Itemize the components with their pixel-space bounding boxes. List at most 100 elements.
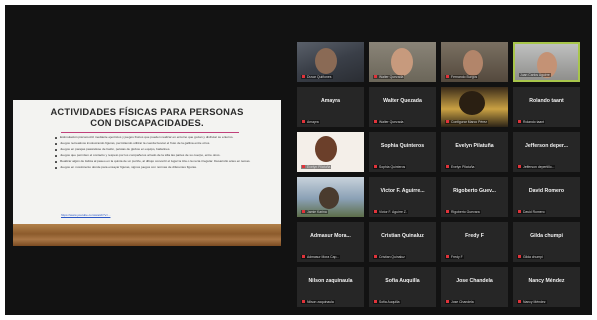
participant-label-text: Sofia Auquilla bbox=[379, 300, 400, 304]
face-shape bbox=[319, 187, 339, 209]
mic-muted-icon bbox=[302, 120, 305, 124]
mic-muted-icon bbox=[302, 255, 305, 259]
participant-tile[interactable]: Amayra Amayra bbox=[297, 87, 364, 127]
participant-label-text: Nilson zaquinaula bbox=[307, 300, 334, 304]
participant-label-text: Configurar Marco Pérez bbox=[451, 120, 487, 124]
participant-label: Sophia Quinteros bbox=[373, 165, 407, 169]
participant-label-text: Rigoberto Guevara bbox=[451, 210, 480, 214]
mic-muted-icon bbox=[374, 210, 377, 214]
mic-muted-icon bbox=[446, 210, 449, 214]
participant-label: Duvar Quiñones bbox=[301, 75, 333, 79]
participant-tile[interactable]: Cristian Quinaluz Cristian Quinaluz bbox=[369, 222, 436, 262]
participant-tile[interactable]: Jamie Karina bbox=[297, 177, 364, 217]
participant-name: Amayra bbox=[320, 98, 341, 104]
participant-label-text: Fernando Burgos bbox=[451, 75, 478, 79]
participant-name: Cristian Quinaluz bbox=[381, 233, 424, 239]
participant-tile[interactable]: Walter Quezada bbox=[369, 42, 436, 82]
participant-name: Sophia Quinteros bbox=[380, 143, 425, 149]
participant-label: Fredy F bbox=[445, 255, 464, 259]
mic-muted-icon bbox=[374, 120, 377, 124]
participant-label: Walter Quezada bbox=[373, 75, 405, 79]
participant-tile[interactable]: Fernando Burgos bbox=[441, 42, 508, 82]
participant-label-text: Evelyn Pilatuña bbox=[307, 165, 331, 169]
mic-muted-icon bbox=[374, 75, 377, 79]
participant-tile[interactable]: Nilson zaquinaula Nilson zaquinaula bbox=[297, 267, 364, 307]
participant-tile[interactable]: Fredy F Fredy F bbox=[441, 222, 508, 262]
participant-name: Gilda chumpi bbox=[530, 233, 563, 239]
participant-label: Victor F. Aguirre Z. bbox=[373, 210, 408, 214]
participant-name: Victor F. Aguirre... bbox=[380, 188, 425, 194]
participant-label: Jamie Karina bbox=[301, 210, 328, 214]
face-shape bbox=[391, 48, 413, 76]
participant-tile[interactable]: Rolando taant Rolando taant bbox=[513, 87, 580, 127]
mic-muted-icon bbox=[302, 75, 305, 79]
participant-name: Walter Quezada bbox=[383, 98, 422, 104]
participant-label-text: Amayra bbox=[307, 120, 319, 124]
participant-tile[interactable]: Duvar Quiñones bbox=[297, 42, 364, 82]
mic-muted-icon bbox=[518, 120, 521, 124]
slide-title-line2: CON DISCAPACIDADES. bbox=[90, 117, 204, 128]
participant-tile[interactable]: Rigoberto Guev... Rigoberto Guevara bbox=[441, 177, 508, 217]
participant-label: Fernando Burgos bbox=[445, 75, 479, 79]
participant-tile[interactable]: Admasur Mora... Admasur Mora Cap... bbox=[297, 222, 364, 262]
slide-bullets: Estimulación psicomotriz mediante ejerci… bbox=[55, 135, 265, 171]
participant-label: Evelyn Pilatuña bbox=[301, 165, 332, 169]
participant-tile[interactable]: David Romero David Romero bbox=[513, 177, 580, 217]
slide-bullet: Juegos en parejas pasándose de balón, pe… bbox=[55, 147, 265, 152]
participant-tile[interactable]: Gilda chumpi Gilda chumpi bbox=[513, 222, 580, 262]
mic-muted-icon bbox=[302, 300, 305, 304]
participant-label-text: Evelyn Pilatuña bbox=[451, 165, 475, 169]
mic-muted-icon bbox=[518, 255, 521, 259]
participant-tile[interactable]: Victor F. Aguirre... Victor F. Aguirre Z. bbox=[369, 177, 436, 217]
participant-name: Jose Chandela bbox=[456, 278, 493, 284]
participant-tile[interactable]: Walter Quezada Walter Quezada bbox=[369, 87, 436, 127]
participant-tile[interactable]: Evelyn Pilatuña Evelyn Pilatuña bbox=[441, 132, 508, 172]
participant-label-text: Fredy F bbox=[451, 255, 463, 259]
participant-label-text: Jamie Karina bbox=[307, 210, 327, 214]
participant-name: Nancy Méndez bbox=[528, 278, 565, 284]
participant-name: Admasur Mora... bbox=[310, 233, 351, 239]
face-shape bbox=[463, 50, 483, 76]
participant-label-text: Nancy Méndez bbox=[523, 300, 546, 304]
participant-tile[interactable]: Sophia Quinteros Sophia Quinteros bbox=[369, 132, 436, 172]
slide-title-line1: ACTIVIDADES FÍSICAS PARA PERSONAS bbox=[50, 106, 244, 117]
participant-tile[interactable]: Nancy Méndez Nancy Méndez bbox=[513, 267, 580, 307]
participant-label-text: Jose Chandela bbox=[451, 300, 474, 304]
face-shape bbox=[315, 48, 337, 74]
mic-muted-icon bbox=[446, 165, 449, 169]
participant-name: Nilson zaquinaula bbox=[308, 278, 353, 284]
participant-label-text: Duvar Quiñones bbox=[307, 75, 332, 79]
participant-label: Admasur Mora Cap... bbox=[301, 255, 341, 259]
participant-tile[interactable]: Jefferson deper... Jefferson depertillo..… bbox=[513, 132, 580, 172]
participant-label-text: David Romero bbox=[523, 210, 545, 214]
mic-muted-icon bbox=[302, 210, 305, 214]
slide-bullet: Juegos recreativos involucrando figuras,… bbox=[55, 141, 265, 146]
participant-label: Nancy Méndez bbox=[517, 300, 547, 304]
participant-label-text: Juan Carlos Aguirre bbox=[520, 73, 550, 77]
participant-label-text: Gilda chumpi bbox=[523, 255, 543, 259]
slide-title: ACTIVIDADES FÍSICAS PARA PERSONAS CON DI… bbox=[13, 106, 281, 128]
participant-tile[interactable]: Juan Carlos Aguirre bbox=[513, 42, 580, 82]
participant-name: Rolando taant bbox=[529, 98, 564, 104]
mic-muted-icon bbox=[374, 300, 377, 304]
participant-name: Jefferson deper... bbox=[525, 143, 568, 149]
participant-label-text: Victor F. Aguirre Z. bbox=[379, 210, 407, 214]
meeting-window: ACTIVIDADES FÍSICAS PARA PERSONAS CON DI… bbox=[5, 5, 592, 315]
mic-muted-icon bbox=[374, 255, 377, 259]
participant-tile[interactable]: Sofia Auquilla Sofia Auquilla bbox=[369, 267, 436, 307]
participant-tile[interactable]: Configurar Marco Pérez bbox=[441, 87, 508, 127]
participant-name: Rigoberto Guev... bbox=[453, 188, 496, 194]
participant-tile[interactable]: Evelyn Pilatuña bbox=[297, 132, 364, 172]
participant-label: Amayra bbox=[301, 120, 320, 124]
participant-label-text: Jefferson depertillo... bbox=[523, 165, 555, 169]
participant-tile[interactable]: Jose Chandela Jose Chandela bbox=[441, 267, 508, 307]
participant-label: Juan Carlos Aguirre bbox=[519, 73, 551, 77]
slide-bullet: Estimulación psicomotriz mediante ejerci… bbox=[55, 135, 265, 140]
participant-label: Configurar Marco Pérez bbox=[445, 120, 488, 124]
participant-label: Walter Quezada bbox=[373, 120, 405, 124]
mic-muted-icon bbox=[518, 300, 521, 304]
slide-link[interactable]: https://www.youtube.com/watch?v=... bbox=[61, 213, 110, 217]
participant-label: Cristian Quinaluz bbox=[373, 255, 406, 259]
wood-floor-image bbox=[13, 224, 281, 246]
mic-muted-icon bbox=[446, 255, 449, 259]
